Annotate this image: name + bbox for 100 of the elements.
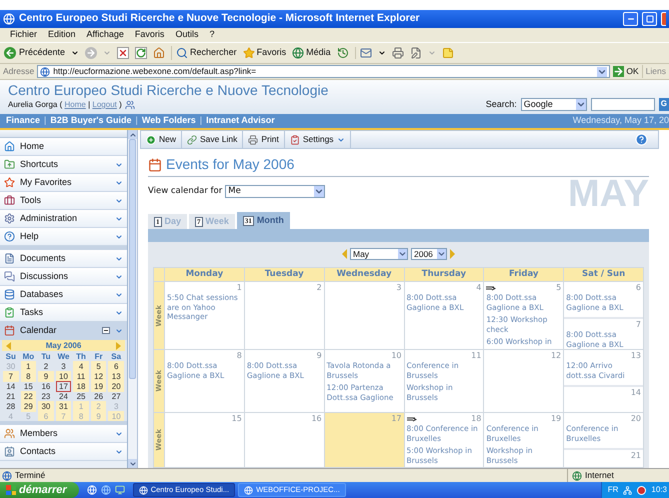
scroll-up-icon[interactable] xyxy=(128,130,136,138)
browser-icon[interactable] xyxy=(100,485,111,495)
mini-calendar-day[interactable]: 23 xyxy=(38,391,54,402)
history-button[interactable] xyxy=(336,47,349,59)
home-button[interactable] xyxy=(153,47,166,59)
sidebar-item[interactable]: Tasks xyxy=(0,304,127,322)
stop-button[interactable] xyxy=(117,47,130,59)
checklist-icon xyxy=(290,134,300,144)
mini-calendar-day[interactable]: 18 xyxy=(73,381,89,392)
menu-item[interactable]: Favoris xyxy=(134,28,164,42)
scroll-thumb[interactable] xyxy=(129,139,136,379)
settings-button[interactable]: Settings xyxy=(284,131,351,148)
print-button[interactable]: Print xyxy=(243,131,285,148)
minimize-button[interactable] xyxy=(623,12,638,26)
people-icon xyxy=(124,100,135,110)
close-button[interactable] xyxy=(661,12,666,26)
day-number: 21 xyxy=(630,450,641,462)
caret-icon xyxy=(115,232,123,240)
mini-calendar-day[interactable]: 27 xyxy=(108,391,124,402)
mini-calendar-day[interactable]: 17 xyxy=(56,381,72,392)
search-engine-select[interactable]: Google xyxy=(520,98,587,111)
print-button[interactable] xyxy=(392,47,404,59)
favorites-button[interactable]: Favoris xyxy=(242,46,286,60)
weekday-label: Mo xyxy=(22,351,36,363)
mini-calendar-day[interactable]: 22 xyxy=(20,391,36,402)
sidebar-item[interactable]: Shortcuts xyxy=(0,156,127,174)
mini-calendar-day[interactable]: 26 xyxy=(90,391,106,402)
sidebar-item[interactable]: My Favorites xyxy=(0,174,127,192)
weekday-header: Tuesday xyxy=(244,268,324,281)
mini-calendar-day[interactable]: 28 xyxy=(3,401,19,412)
mini-calendar-day[interactable]: 1 xyxy=(20,361,36,372)
mini-calendar-day[interactable]: 11 xyxy=(73,371,89,382)
go-button[interactable]: OK xyxy=(613,65,639,78)
sidebar-item[interactable]: Documents xyxy=(0,250,127,268)
mini-calendar-day[interactable]: 3 xyxy=(56,361,72,372)
mini-calendar-day[interactable]: 8 xyxy=(20,371,36,382)
search-field[interactable] xyxy=(590,98,655,111)
mini-calendar-day[interactable]: 24 xyxy=(56,391,72,402)
new-button[interactable]: New xyxy=(141,131,182,148)
mini-calendar-day[interactable]: 10 xyxy=(56,371,72,382)
sidebar-item[interactable]: Calendar xyxy=(0,322,127,340)
collapse-icon[interactable] xyxy=(102,327,110,334)
year-select[interactable]: 2006 xyxy=(411,248,447,260)
back-button[interactable]: Précédente xyxy=(4,46,66,60)
help-icon[interactable] xyxy=(635,133,648,146)
save-link-button[interactable]: Save Link xyxy=(182,131,244,148)
nav-separator: | xyxy=(44,114,46,128)
search-button[interactable]: Rechercher xyxy=(171,46,237,60)
mini-calendar-day[interactable]: 12 xyxy=(90,371,106,382)
day-number: 7 xyxy=(636,319,641,331)
mini-calendar-day[interactable]: 14 xyxy=(3,381,19,392)
sidebar-item[interactable]: Databases xyxy=(0,286,127,304)
mini-calendar-day[interactable]: 15 xyxy=(20,381,36,392)
sidebar-item[interactable]: Discussions xyxy=(0,268,127,286)
mini-calendar-day[interactable]: 21 xyxy=(3,391,19,402)
sidebar-item[interactable]: Contacts xyxy=(0,443,127,461)
mini-calendar-day[interactable]: 9 xyxy=(38,371,54,382)
tray-app-icon[interactable] xyxy=(637,486,646,494)
sidebar-item[interactable]: Administration xyxy=(0,210,127,228)
mini-calendar-day[interactable]: 4 xyxy=(73,361,89,372)
sidebar-item[interactable]: Tools xyxy=(0,192,127,210)
people-icon xyxy=(4,428,15,439)
address-field[interactable]: http://eucformazione.webexone.com/default.asp?link= xyxy=(37,65,610,78)
day-number: 12 xyxy=(550,350,562,362)
search-go-button[interactable]: G xyxy=(658,98,669,111)
sidebar-grip[interactable] xyxy=(0,130,127,138)
desktop-icon[interactable] xyxy=(114,485,125,495)
menu-item[interactable]: Outils xyxy=(175,28,198,42)
sidebar-item[interactable]: Home xyxy=(0,138,127,156)
mail-button[interactable] xyxy=(354,47,372,59)
menu-item[interactable]: Edition xyxy=(48,28,76,42)
refresh-button[interactable] xyxy=(135,47,148,59)
media-button[interactable]: Média xyxy=(292,46,331,60)
menu-item[interactable]: Affichage xyxy=(86,28,124,42)
mini-calendar-day[interactable]: 7 xyxy=(3,371,19,382)
mini-calendar-day[interactable]: 19 xyxy=(90,381,106,392)
mini-calendar-day[interactable]: 6 xyxy=(108,361,124,372)
sidebar-scrollbar[interactable] xyxy=(128,130,138,468)
mini-calendar-day[interactable]: 31 xyxy=(56,401,72,412)
mini-calendar-day[interactable]: 5 xyxy=(90,361,106,372)
mini-calendar-day[interactable]: 13 xyxy=(108,371,124,382)
maximize-button[interactable] xyxy=(642,12,657,26)
mini-calendar-day[interactable]: 25 xyxy=(73,391,89,402)
menu-item[interactable]: Fichier xyxy=(10,28,38,42)
sidebar-item[interactable]: Help xyxy=(0,228,127,246)
mini-calendar-day[interactable]: 30 xyxy=(38,401,54,412)
day-number: 8 xyxy=(236,350,242,362)
mini-calendar-day[interactable]: 2 xyxy=(38,361,54,372)
edit-button[interactable] xyxy=(410,47,422,59)
sidebar-item[interactable]: Members xyxy=(0,425,127,443)
mini-calendar-day[interactable]: 20 xyxy=(108,381,124,392)
month-select[interactable]: May xyxy=(350,248,408,260)
mini-calendar-day[interactable]: 29 xyxy=(20,401,36,412)
scroll-down-icon[interactable] xyxy=(128,460,136,468)
menu-item[interactable]: ? xyxy=(209,28,214,42)
mini-calendar-day[interactable]: 16 xyxy=(38,381,54,392)
dropdown-icon xyxy=(576,98,586,110)
network-icon[interactable] xyxy=(623,486,632,494)
view-calendar-select[interactable]: Me xyxy=(225,185,326,198)
stop-icon xyxy=(117,47,130,59)
